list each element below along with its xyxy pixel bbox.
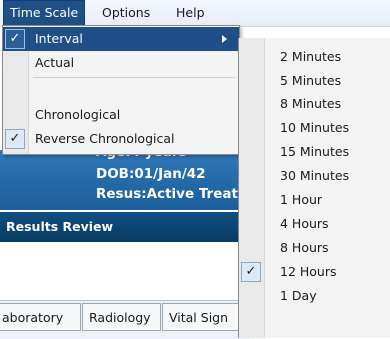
interval-5-minutes[interactable]: 5 Minutes	[239, 69, 390, 93]
patient-dob: DOB:01/Jan/42	[96, 166, 206, 182]
interval-8-hours[interactable]: 8 Hours	[239, 236, 390, 260]
time-scale-dropdown: ✓ Interval Actual Chronological ✓ Revers…	[2, 25, 240, 155]
patient-banner: Age:4 years DOB:01/Jan/42 Resus:Active T…	[0, 144, 250, 210]
interval-label: 1 Hour	[280, 192, 323, 207]
menu-item-label: Chronological	[35, 107, 121, 122]
interval-label: 5 Minutes	[280, 73, 342, 88]
interval-submenu: 2 Minutes 5 Minutes 8 Minutes 10 Minutes…	[238, 38, 390, 338]
interval-label: 8 Minutes	[280, 96, 342, 111]
interval-10-minutes[interactable]: 10 Minutes	[239, 116, 390, 140]
interval-15-minutes[interactable]: 15 Minutes	[239, 140, 390, 164]
patient-resus-status: Resus:Active Treat	[96, 186, 238, 202]
menu-item-actual[interactable]: Actual	[3, 51, 239, 75]
tab-vital-signs[interactable]: Vital Sign	[162, 303, 250, 331]
menu-item-interval[interactable]: ✓ Interval	[3, 27, 239, 51]
check-icon: ✓	[5, 29, 25, 49]
results-review-header: Results Review	[0, 212, 250, 242]
interval-1-day[interactable]: 1 Day	[239, 284, 390, 308]
menu-time-scale[interactable]: Time Scale	[3, 0, 86, 26]
tab-radiology[interactable]: Radiology	[82, 303, 161, 331]
menu-bar: Time Scale Options Help	[0, 0, 390, 27]
submenu-arrow-icon	[222, 35, 227, 43]
interval-12-hours[interactable]: ✓ 12 Hours	[239, 260, 390, 284]
menu-separator	[33, 77, 235, 78]
check-icon: ✓	[5, 129, 25, 149]
menu-item-label: Actual	[35, 55, 75, 70]
interval-label: 4 Hours	[280, 216, 329, 231]
interval-4-hours[interactable]: 4 Hours	[239, 212, 390, 236]
interval-label: 12 Hours	[280, 264, 337, 279]
check-icon: ✓	[241, 262, 261, 282]
interval-label: 10 Minutes	[280, 120, 350, 135]
menu-item-reverse-chronological[interactable]: ✓ Reverse Chronological	[3, 127, 239, 151]
interval-label: 15 Minutes	[280, 144, 350, 159]
tab-laboratory[interactable]: aboratory	[0, 303, 81, 331]
interval-8-minutes[interactable]: 8 Minutes	[239, 92, 390, 116]
menu-help[interactable]: Help	[170, 0, 211, 26]
interval-label: 2 Minutes	[280, 49, 342, 64]
results-workspace	[0, 242, 250, 300]
interval-1-hour[interactable]: 1 Hour	[239, 188, 390, 212]
menu-item-chronological[interactable]: Chronological	[3, 103, 239, 127]
interval-2-minutes[interactable]: 2 Minutes	[239, 45, 390, 69]
interval-label: 8 Hours	[280, 240, 329, 255]
interval-label: 30 Minutes	[280, 168, 350, 183]
menu-item-label: Reverse Chronological	[35, 131, 175, 146]
menu-item-label: Interval	[35, 31, 83, 46]
tab-strip: aboratory Radiology Vital Sign	[0, 300, 250, 339]
interval-label: 1 Day	[280, 288, 317, 303]
interval-30-minutes[interactable]: 30 Minutes	[239, 164, 390, 188]
menu-options[interactable]: Options	[96, 0, 156, 26]
